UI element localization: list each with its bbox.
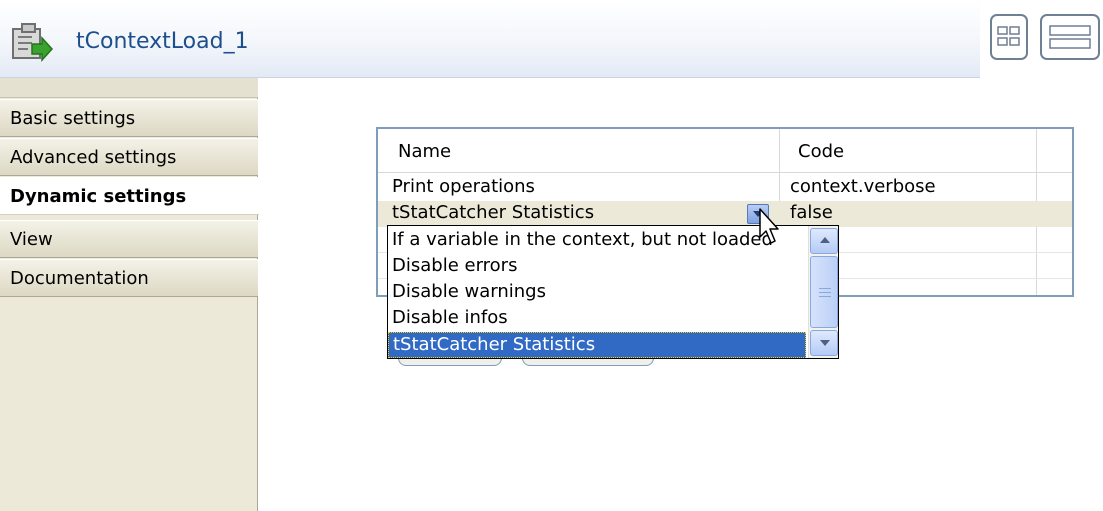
layout-grid-icon[interactable] <box>990 14 1028 60</box>
settings-tab-strip: Basic settings Advanced settings Dynamic… <box>0 78 259 511</box>
row-code-cell[interactable]: context.verbose <box>790 176 936 197</box>
table-header: Name Code <box>378 129 1072 173</box>
row-name-cell: Print operations <box>392 176 535 197</box>
dropdown-scrollbar[interactable] <box>808 226 838 358</box>
table-row[interactable]: Print operations context.verbose <box>378 175 1072 201</box>
layout-rows-icon[interactable] <box>1040 14 1100 60</box>
scroll-down-icon[interactable] <box>810 330 838 356</box>
scroll-thumb[interactable] <box>810 256 838 328</box>
column-header-name[interactable]: Name <box>398 141 451 162</box>
component-title-bar: tContextLoad_1 <box>0 0 980 78</box>
dropdown-option-selected[interactable]: tStatCatcher Statistics <box>388 332 806 358</box>
dropdown-option[interactable]: Disable infos <box>388 306 806 332</box>
row-code-cell[interactable]: false <box>790 202 833 223</box>
tab-documentation[interactable]: Documentation <box>0 259 258 297</box>
component-title: tContextLoad_1 <box>76 29 249 54</box>
row-name-cell: tStatCatcher Statistics <box>392 202 595 223</box>
tab-view[interactable]: View <box>0 220 258 258</box>
scroll-up-icon[interactable] <box>810 228 838 254</box>
mouse-pointer-icon <box>759 208 779 244</box>
tab-advanced-settings[interactable]: Advanced settings <box>0 138 258 176</box>
tab-strip-header <box>0 78 258 98</box>
table-row-selected[interactable]: tStatCatcher Statistics false <box>378 201 1072 227</box>
context-load-icon <box>12 23 54 62</box>
tab-basic-settings[interactable]: Basic settings <box>0 99 258 137</box>
tab-dynamic-settings[interactable]: Dynamic settings <box>0 177 259 215</box>
dropdown-option[interactable]: Disable warnings <box>388 280 806 306</box>
dropdown-option[interactable]: If a variable in the context, but not lo… <box>388 228 806 254</box>
column-header-code[interactable]: Code <box>798 141 844 162</box>
component-settings-view: tContextLoad_1 Basic settings Advanced s… <box>0 0 1103 511</box>
dropdown-option[interactable]: Disable errors <box>388 254 806 280</box>
